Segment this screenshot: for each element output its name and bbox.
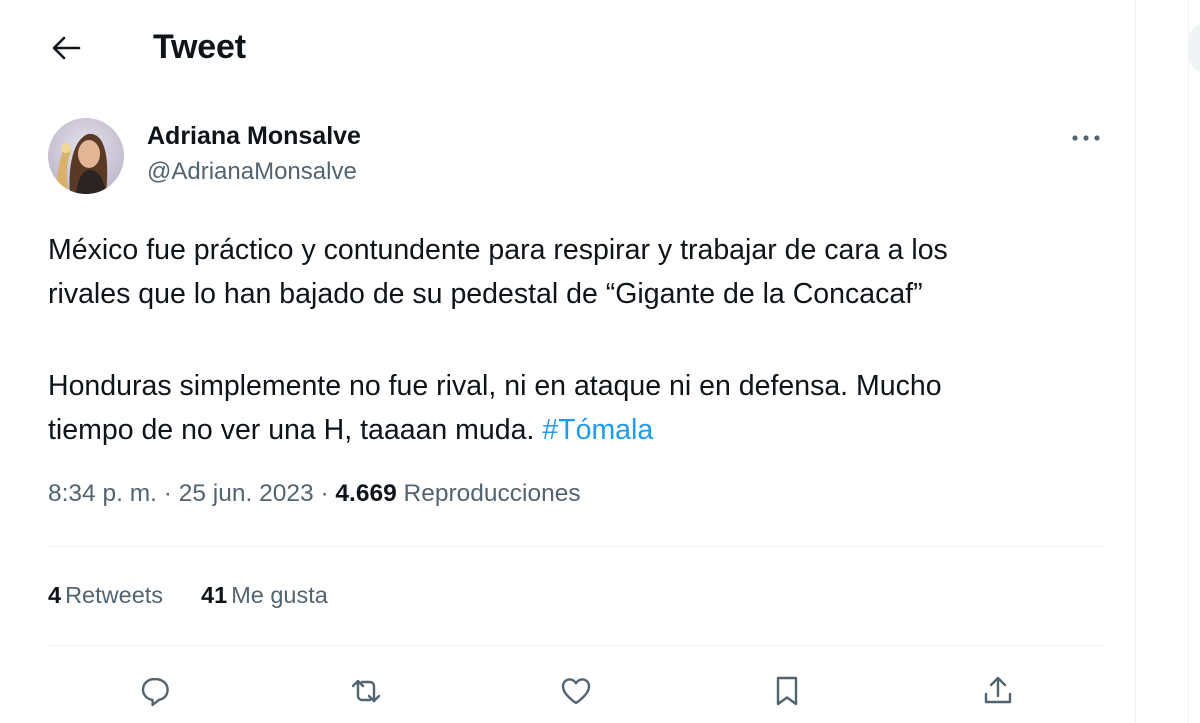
author-name[interactable]: Adriana Monsalve [147,122,361,151]
retweet-button[interactable] [341,666,391,716]
page-header: Tweet [0,0,1135,95]
views-count: 4.669 [335,480,397,507]
tweet-text-line: rivales que lo han bajado de su pedestal… [48,278,923,310]
bookmark-icon [776,676,798,706]
page-title: Tweet [153,28,246,66]
more-options-button[interactable] [1062,124,1110,152]
likes-count: 41 [201,582,228,608]
likes-stat-link[interactable]: 41 Me gusta [201,582,328,609]
reply-button[interactable] [130,666,180,716]
sidebar-border [1188,0,1189,723]
retweets-count: 4 [48,582,62,608]
views-link[interactable]: 4.669 Reproducciones [335,480,580,507]
back-button[interactable] [44,28,88,68]
separator: · [163,480,172,507]
like-icon [561,678,591,705]
tweet-text-line: México fue práctico y contundente para r… [48,234,948,266]
tweet-text-line: Honduras simplemente no fue rival, ni en… [48,370,942,402]
tweet-metadata: 8:34 p. m. · 25 jun. 2023 · 4.669 Reprod… [48,480,581,508]
hashtag-link[interactable]: #Tómala [542,414,653,446]
tweet-text: México fue práctico y contundente para r… [48,228,1108,452]
divider [48,645,1106,646]
tweet-text-segment: tiempo de no ver una H, taaaan muda. [48,414,535,446]
likes-label: Me gusta [231,582,328,608]
tweet-date: 25 jun. 2023 [178,480,314,507]
like-button[interactable] [551,666,601,716]
arrow-left-icon [52,36,81,60]
avatar[interactable] [48,118,124,194]
tweet-time-link[interactable]: 8:34 p. m. · 25 jun. 2023 [48,480,314,507]
share-button[interactable] [973,666,1023,716]
tweet-action-bar [0,666,1135,716]
tweet-time: 8:34 p. m. [48,480,157,507]
author-handle[interactable]: @AdrianaMonsalve [147,158,357,186]
reply-icon [141,677,169,707]
divider [48,546,1106,547]
retweets-label: Retweets [65,582,164,608]
retweet-icon [351,679,381,703]
tweet-text-line-with-hashtag: tiempo de no ver una H, taaaan muda. #Tó… [48,408,1108,452]
right-sidebar [1136,0,1200,723]
engagement-stats: 4 Retweets 41 Me gusta [48,582,366,609]
bookmark-button[interactable] [762,666,812,716]
views-label: Reproducciones [403,480,581,507]
share-icon [984,676,1012,704]
more-horizontal-icon [1072,135,1100,141]
retweets-stat-link[interactable]: 4 Retweets [48,582,163,609]
tweet-detail-column: Tweet Adriana Monsalve @AdrianaMonsalve [0,0,1135,723]
separator: · [320,480,329,507]
search-box-edge[interactable] [1188,22,1200,74]
